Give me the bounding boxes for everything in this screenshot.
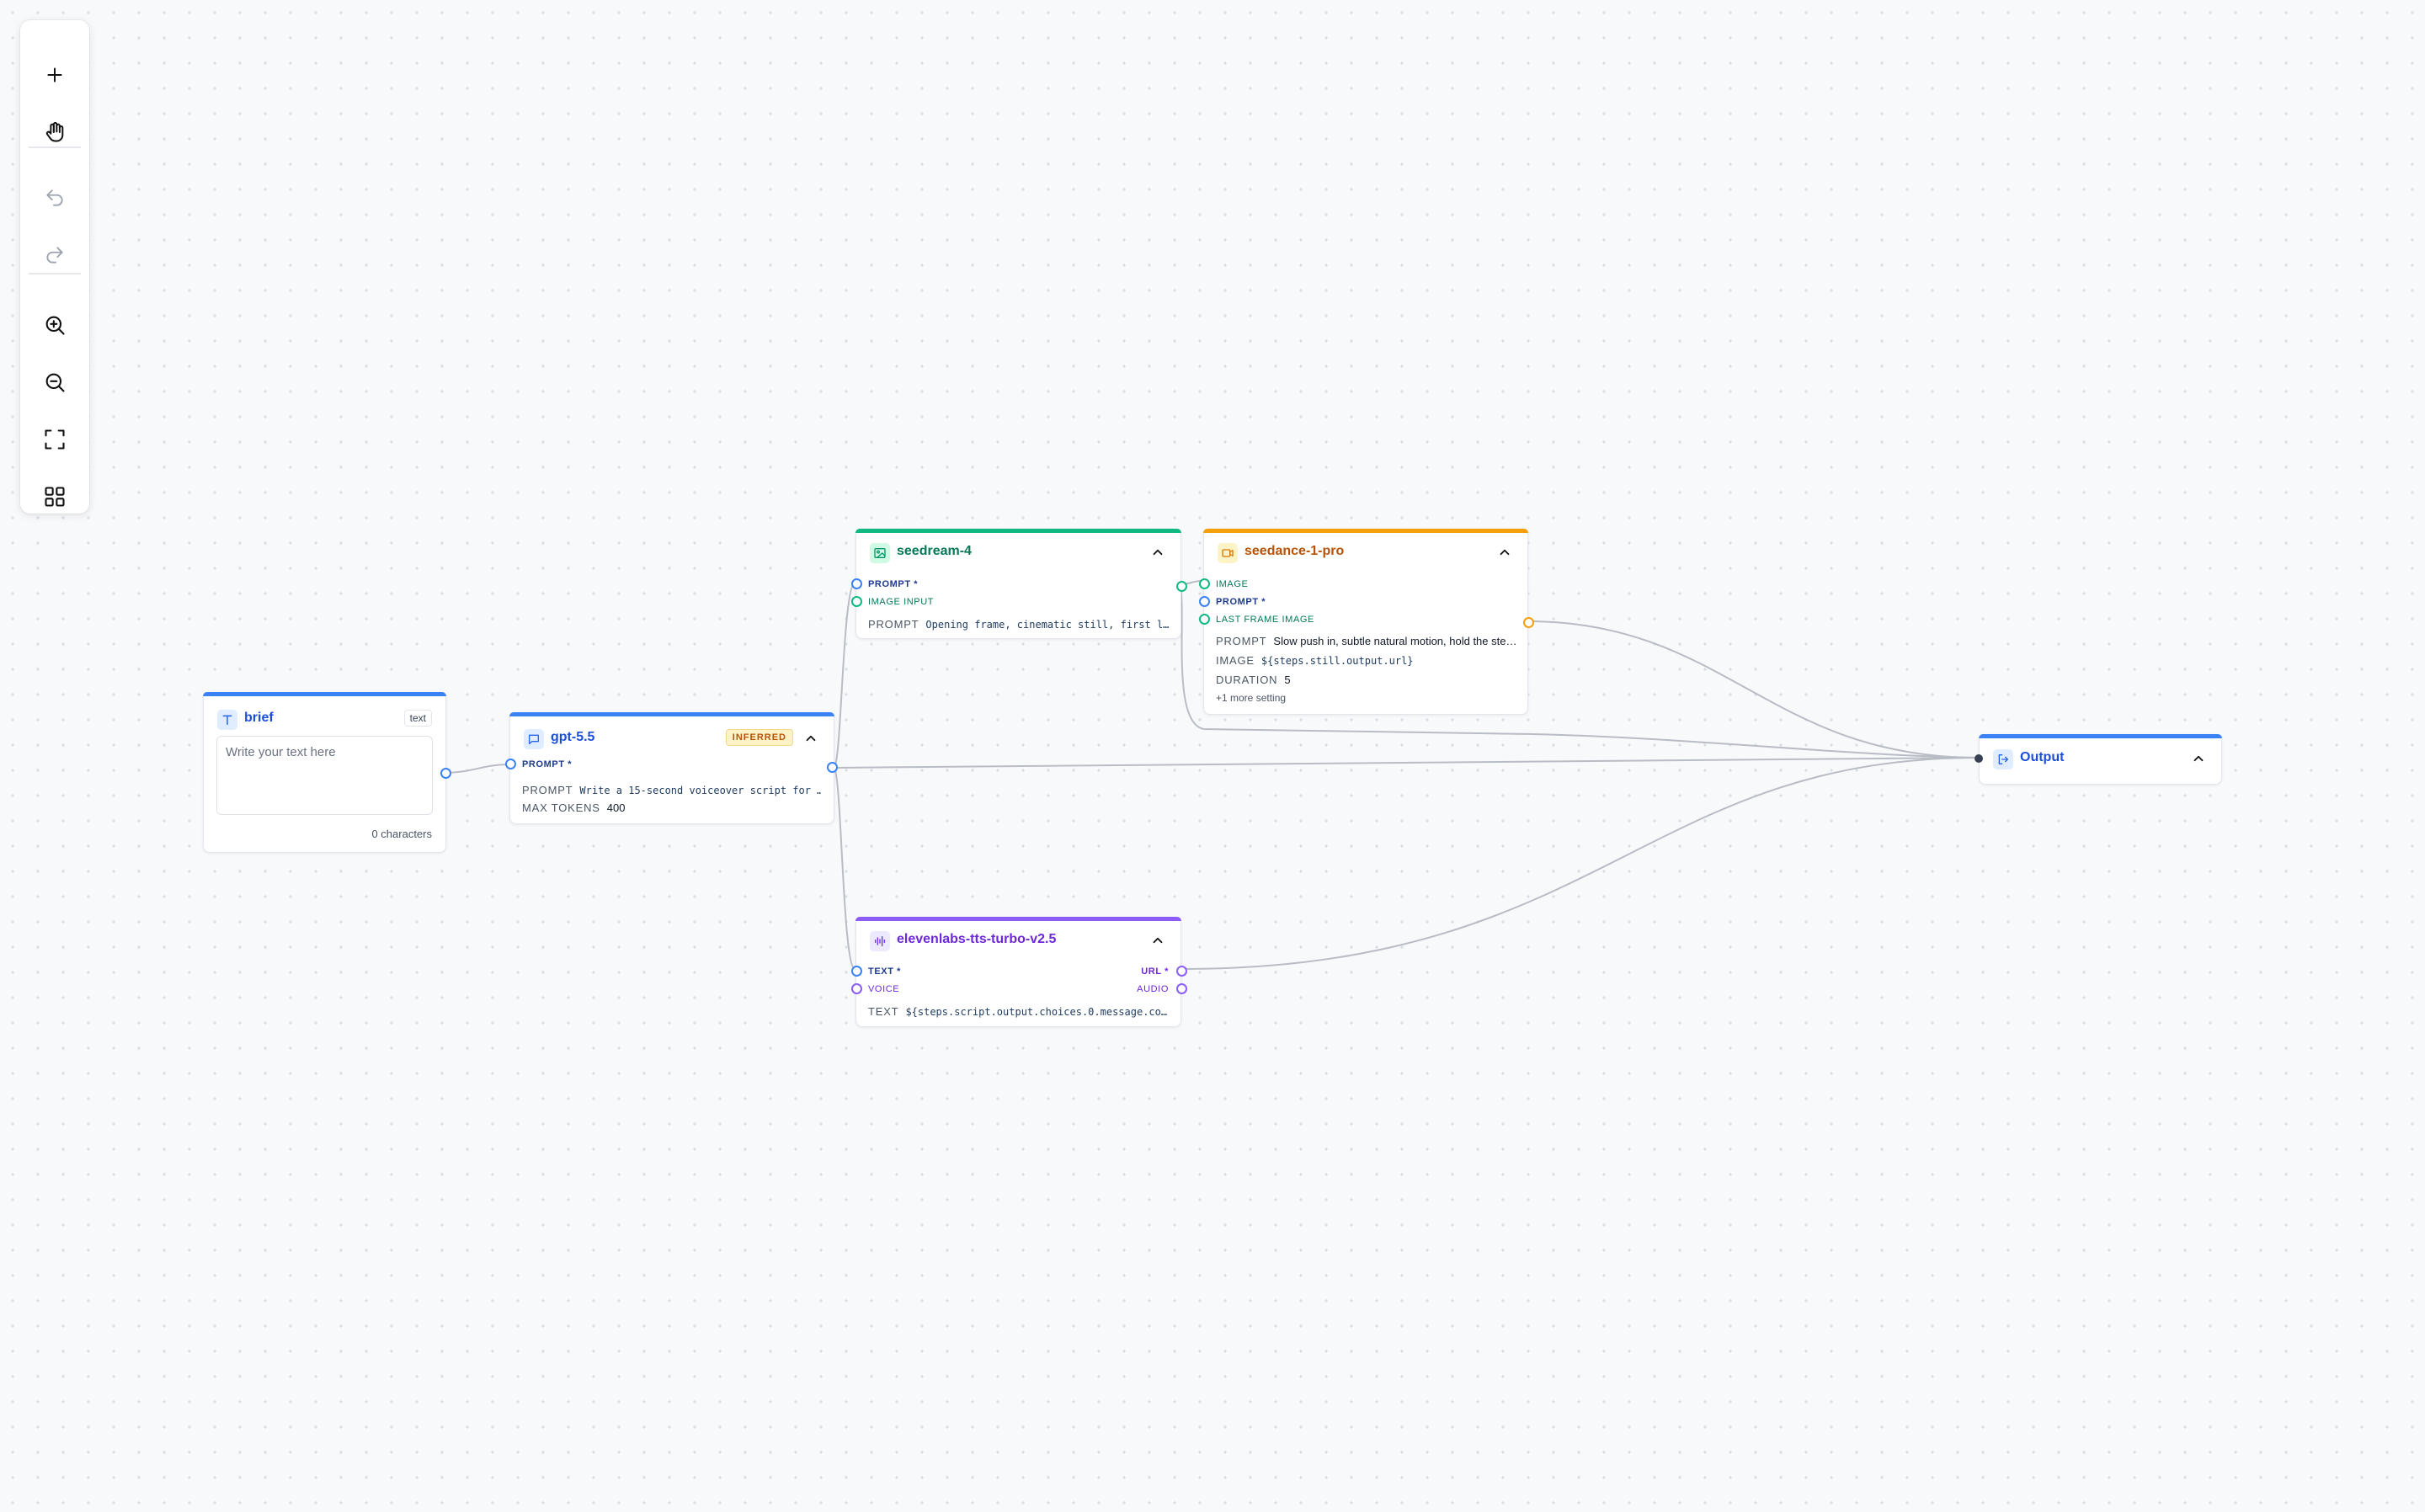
more-settings-link[interactable]: +1 more setting	[1216, 692, 1286, 704]
node-accent-bar	[203, 692, 446, 696]
param-duration: DURATION 5	[1216, 673, 1291, 686]
edge-brief-to-gpt	[444, 764, 510, 774]
canvas-toolbar	[20, 20, 89, 514]
node-header: seedream-4	[856, 535, 1181, 569]
port-label: PROMPT *	[868, 579, 919, 589]
input-port-voice[interactable]	[851, 983, 862, 994]
output-port[interactable]	[440, 768, 451, 779]
edge-gpt-to-seedream	[833, 582, 856, 769]
node-header: seedance-1-pro	[1204, 535, 1527, 569]
node-accent-bar	[855, 917, 1181, 921]
port-label: TEXT *	[868, 966, 902, 977]
port-label: PROMPT *	[522, 759, 573, 769]
output-exit-icon	[1993, 749, 2013, 769]
param-prompt: PROMPT Write a 15-second voiceover script…	[522, 784, 821, 796]
undo-icon[interactable]	[38, 181, 72, 215]
node-accent-bar	[1203, 529, 1528, 533]
collapse-chevron-icon[interactable]	[1150, 545, 1165, 560]
redo-icon[interactable]	[38, 238, 72, 272]
node-title: gpt-5.5	[551, 730, 595, 744]
collapse-chevron-icon[interactable]	[2191, 751, 2206, 766]
input-port-prompt[interactable]	[505, 759, 516, 769]
collapse-chevron-icon[interactable]	[1150, 933, 1165, 948]
port-label: VOICE	[868, 984, 900, 994]
audio-wave-icon	[870, 931, 890, 951]
node-gpt[interactable]: gpt-5.5 INFERRED PROMPT * PROMPT Write a …	[505, 712, 838, 824]
node-seedance[interactable]: seedance-1-pro IMAGE PROMPT * LAST FRAME…	[1199, 529, 1534, 715]
node-tts[interactable]: elevenlabs-tts-turbo-v2.5 TEXT * VOICE U…	[851, 917, 1187, 1027]
node-title: seedream-4	[897, 544, 972, 558]
input-port-prompt[interactable]	[1199, 596, 1210, 607]
node-title: brief	[244, 711, 274, 725]
node-accent-bar	[509, 712, 834, 716]
hand-icon[interactable]	[38, 115, 72, 149]
brief-text-input[interactable]: Write your text here	[216, 736, 433, 815]
param-max-tokens: MAX TOKENS 400	[522, 801, 626, 814]
input-port-last-frame[interactable]	[1199, 614, 1210, 625]
param-prompt: PROMPT Slow push in, subtle natural motio…	[1216, 635, 1516, 647]
plus-icon[interactable]	[38, 58, 72, 92]
node-header: Output	[1980, 742, 2221, 775]
output-port-url[interactable]	[1176, 966, 1187, 977]
output-port[interactable]	[827, 762, 838, 773]
character-count: 0 characters	[371, 828, 432, 840]
node-seedream[interactable]: seedream-4 PROMPT * IMAGE INPUT PROMPT Op…	[851, 529, 1187, 639]
node-header: elevenlabs-tts-turbo-v2.5	[856, 924, 1181, 957]
param-image: IMAGE ${steps.still.output.url}	[1216, 654, 1414, 667]
image-icon	[870, 543, 890, 563]
port-label: LAST FRAME IMAGE	[1216, 615, 1314, 625]
port-label: IMAGE INPUT	[868, 597, 935, 607]
node-output[interactable]: Output	[1975, 734, 2222, 785]
zoom-in-icon[interactable]	[38, 308, 72, 342]
node-accent-bar	[1979, 734, 2222, 738]
input-port-image[interactable]	[1199, 578, 1210, 589]
grid-icon[interactable]	[38, 480, 72, 514]
node-title: elevenlabs-tts-turbo-v2.5	[897, 932, 1057, 946]
chat-icon	[524, 729, 544, 749]
collapse-chevron-icon[interactable]	[1497, 545, 1512, 560]
collapse-chevron-icon[interactable]	[803, 731, 818, 746]
zoom-out-icon[interactable]	[38, 365, 72, 399]
node-title: Output	[2020, 750, 2065, 764]
node-header: gpt-5.5 INFERRED	[510, 721, 834, 755]
port-label: PROMPT *	[1216, 597, 1266, 607]
input-port-text[interactable]	[851, 966, 862, 977]
toolbar-divider	[29, 146, 81, 148]
edge-seedance-to-output	[1527, 620, 1980, 759]
node-title: seedance-1-pro	[1244, 544, 1345, 558]
output-port-audio[interactable]	[1176, 983, 1187, 994]
toolbar-divider	[29, 273, 81, 274]
port-label: AUDIO	[1137, 984, 1169, 994]
fit-view-icon[interactable]	[38, 423, 72, 456]
node-header: brief text	[204, 702, 445, 736]
inferred-badge: INFERRED	[725, 729, 793, 746]
input-port-image[interactable]	[851, 596, 862, 607]
edge-gpt-to-output	[833, 757, 1980, 769]
port-label: IMAGE	[1216, 579, 1249, 589]
output-port[interactable]	[1176, 581, 1187, 592]
video-icon	[1218, 543, 1238, 563]
node-brief[interactable]: brief text Write your text here 0 charac…	[203, 692, 451, 853]
edge-gpt-to-tts	[833, 767, 856, 971]
param-text: TEXT ${steps.script.output.choices.0.mess…	[868, 1005, 1168, 1018]
input-port-prompt[interactable]	[851, 578, 862, 589]
node-accent-bar	[855, 529, 1181, 533]
text-type-icon	[217, 710, 237, 730]
port-label: URL *	[1141, 966, 1169, 977]
type-badge: text	[403, 710, 432, 727]
param-prompt: PROMPT Opening frame, cinematic still, fi…	[868, 618, 1169, 631]
input-port[interactable]	[1975, 754, 1983, 763]
output-port[interactable]	[1523, 617, 1534, 628]
edge-tts-to-output	[1180, 757, 1980, 970]
